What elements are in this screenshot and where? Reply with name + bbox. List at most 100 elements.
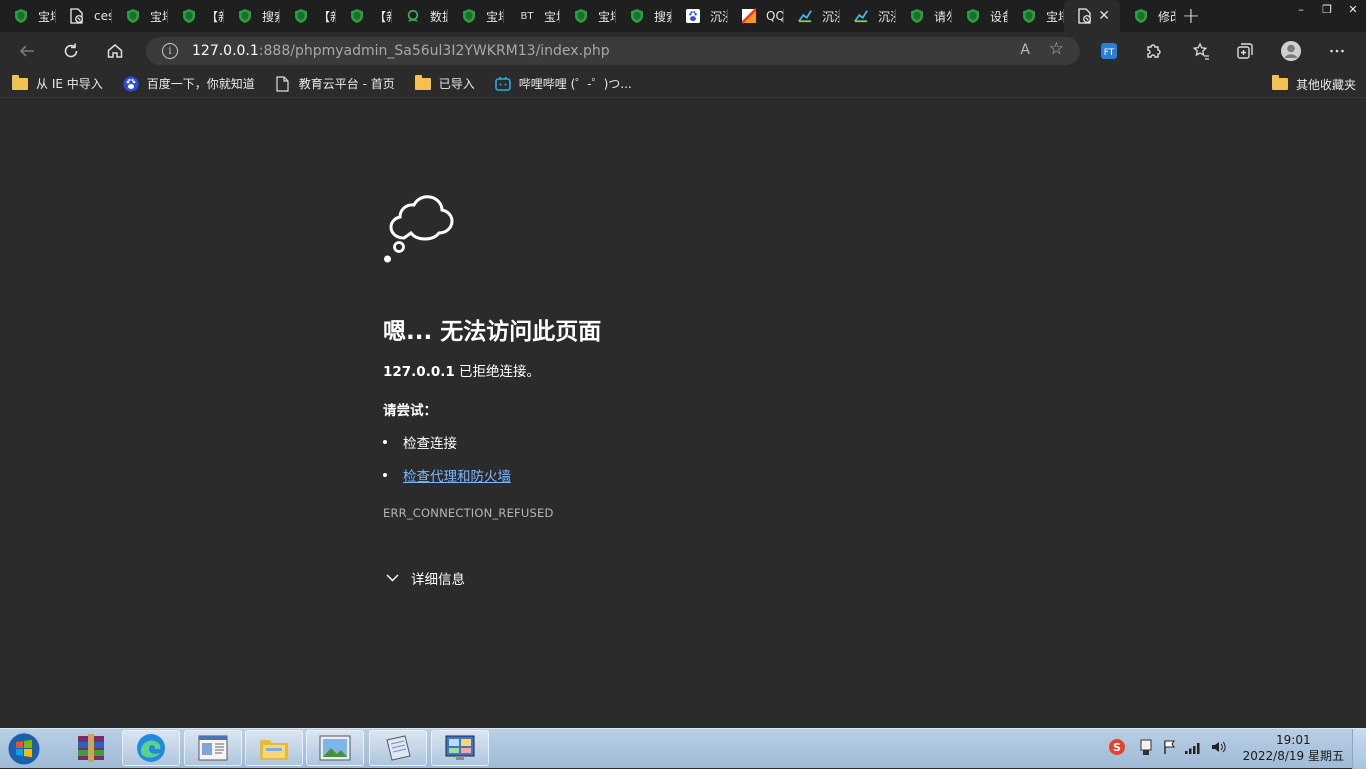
other-favorites[interactable]: 其他收藏夹 [1260,72,1360,96]
tab[interactable]: 宝塔 [448,0,504,32]
extension-ft-button[interactable]: FT [1094,36,1124,66]
bookmark-import-ie[interactable]: 从 IE 中导入 [0,72,111,96]
network-signal-icon[interactable] [1184,740,1202,759]
settings-menu-button[interactable] [1322,36,1352,66]
tab-label: 修改 [1158,9,1176,24]
restore-button[interactable]: ❐ [1314,0,1340,18]
avatar-icon [1281,41,1301,61]
tab-label: 搜索 [262,9,280,24]
close-tab-icon[interactable]: ✕ [1098,8,1110,24]
tab[interactable]: 宝塔 [560,0,616,32]
tab[interactable]: 沉浸 [784,0,840,32]
read-aloud-icon[interactable]: A [1020,42,1030,58]
tab[interactable]: 搜索 [616,0,672,32]
collections-icon [1237,43,1253,59]
notepad-icon [386,735,411,761]
tab-label: 宝塔 [150,9,168,24]
tab-label: 请勿 [934,9,952,24]
taskbar-photo-viewer[interactable] [306,730,364,766]
tab[interactable]: 【新 [168,0,224,32]
bookmark-bilibili[interactable]: 哔哩哔哩 (゜-゜)つ... [483,72,640,96]
tab-label: 【新 [318,9,336,24]
profile-button[interactable] [1276,36,1306,66]
tab[interactable]: 【新 [280,0,336,32]
volume-icon[interactable] [1210,739,1226,759]
shield-icon [630,9,644,23]
tab[interactable]: 沉浸 [672,0,728,32]
tab[interactable]: 修改 [1120,0,1176,32]
taskbar-notepad[interactable] [184,730,242,766]
tab[interactable]: 设备 [952,0,1008,32]
bookmark-imported[interactable]: 已导入 [403,72,483,96]
tab[interactable]: 搜索 [224,0,280,32]
minimize-button[interactable]: – [1288,0,1314,18]
home-button[interactable] [100,36,130,66]
action-center-flag-icon[interactable] [1162,739,1176,759]
tab-active[interactable]: ✕ [1064,0,1120,32]
tab[interactable]: ces. [56,0,112,32]
clock[interactable]: 19:01 2022/8/19 星期五 [1243,732,1344,764]
tab[interactable]: 【新 [336,0,392,32]
taskbar-winrar[interactable] [62,730,120,766]
tab-label: 宝塔 [486,9,504,24]
tab[interactable]: 请勿 [896,0,952,32]
bookmark-edu-cloud[interactable]: 教育云平台 - 首页 [263,72,403,96]
bookmark-baidu[interactable]: 百度一下，你就知道 [111,72,263,96]
shield-icon [14,9,28,23]
taskbar-control-panel[interactable] [431,730,489,766]
details-toggle[interactable]: 详细信息 [386,568,465,588]
baidu-icon [123,76,139,91]
site-info-icon[interactable]: i [162,43,178,59]
puzzle-icon [1147,44,1161,58]
new-tab-button[interactable]: + [1176,0,1206,32]
tab-label: 沉浸 [710,9,728,24]
tab[interactable]: 宝塔 [0,0,56,32]
check-proxy-firewall-link[interactable]: 检查代理和防火墙 [403,465,511,485]
back-button[interactable] [12,36,42,66]
shield-icon [1022,9,1036,23]
chevron-down-icon [386,574,399,582]
svg-text:FT: FT [1104,48,1115,58]
refresh-button[interactable] [56,36,86,66]
window-app-icon [198,735,228,761]
tab[interactable]: BT 宝塔 [504,0,560,32]
tab-label: 沉浸 [878,9,896,24]
tab[interactable]: 宝塔 [112,0,168,32]
favorites-button[interactable] [1186,36,1216,66]
window-controls: – ❐ ✕ [1288,0,1366,20]
collections-button[interactable] [1230,36,1260,66]
usb-device-icon[interactable] [1138,738,1154,760]
tab-label: 【新 [206,9,224,24]
taskbar-explorer[interactable] [245,730,303,766]
file-error-icon [70,8,84,24]
thought-cloud-icon [384,195,454,263]
shield-icon [350,9,364,23]
error-page: 嗯... 无法访问此页面 127.0.0.1 已拒绝连接。 请尝试： 检查连接 … [0,99,1366,728]
tab[interactable]: 宝塔 [1008,0,1064,32]
extensions-button[interactable] [1138,36,1168,66]
start-button[interactable] [4,731,44,767]
taskbar-wordpad[interactable] [369,730,427,766]
suggestion-text: 检查连接 [403,436,457,452]
tab[interactable]: 沉浸 [840,0,896,32]
bt-icon: BT [520,10,534,22]
tab[interactable]: 数据 [392,0,448,32]
close-window-button[interactable]: ✕ [1340,0,1366,18]
folder-icon [1271,75,1288,91]
qq-mail-icon [742,8,756,24]
tab-strip: 宝塔 ces. 宝塔 【新 搜索 【新 【新 数据 宝塔 BT 宝塔 宝塔 搜索 沉浸 QQ 沉浸 沉浸 请勿 设备… [0,0,1366,32]
more-dots-icon [1330,49,1344,53]
ft-extension-icon: FT [1101,43,1117,59]
shield-icon [462,9,476,23]
address-bar[interactable]: i 127.0.0.1:888/phpmyadmin_Sa56ul3I2YWKR… [146,37,1080,65]
add-favorite-icon[interactable]: ☆ [1049,39,1064,59]
folder-icon [414,74,431,91]
shield-icon [238,9,252,23]
show-desktop-button[interactable] [1352,729,1366,769]
sogou-ime-icon[interactable]: S [1108,738,1126,760]
error-code: ERR_CONNECTION_REFUSED [383,506,554,520]
system-tray: S [1108,729,1226,769]
windows-orb-icon [7,732,41,766]
tab[interactable]: QQ [728,0,784,32]
taskbar-edge[interactable] [122,730,180,766]
